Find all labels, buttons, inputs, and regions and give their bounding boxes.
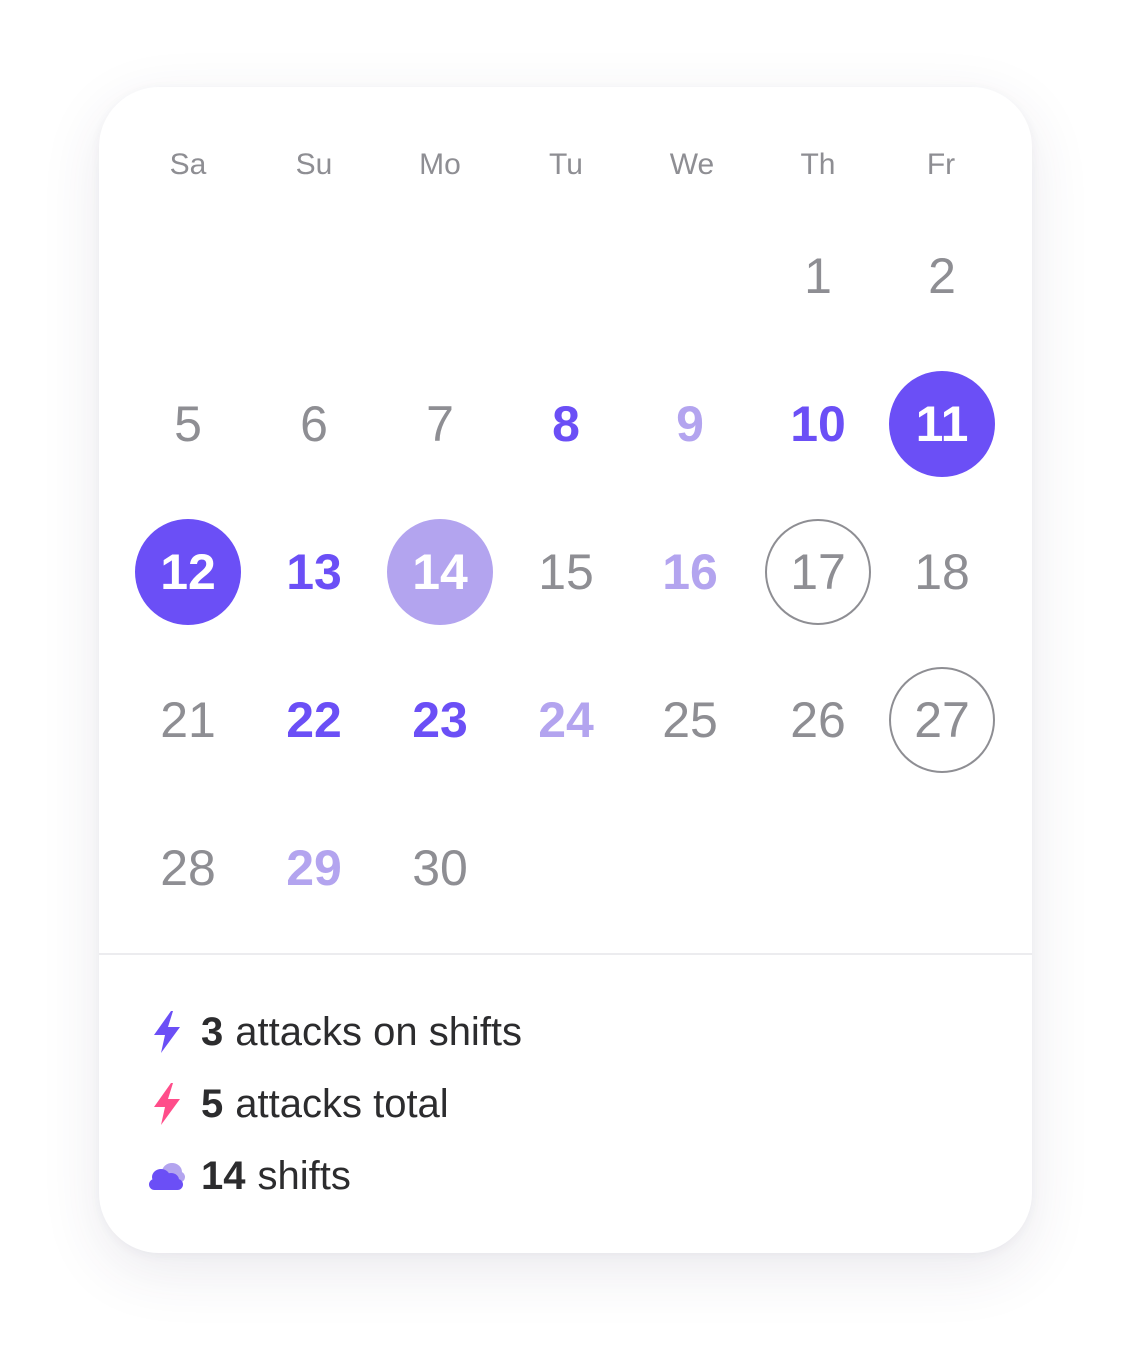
- calendar-card: Sa Su Mo Tu We Th Fr 1 2 5 6 7 8 9 10 11 12 13 14 15…: [99, 87, 1032, 1253]
- calendar-day-2[interactable]: 2: [889, 223, 995, 329]
- calendar-day-5[interactable]: 5: [135, 371, 241, 477]
- divider: [99, 953, 1032, 955]
- calendar-day-7[interactable]: 7: [387, 371, 493, 477]
- cloud-icon: [147, 1153, 187, 1199]
- stat-count: 3: [201, 1009, 224, 1054]
- calendar-day-29[interactable]: 29: [261, 815, 367, 921]
- calendar-day-15[interactable]: 15: [513, 519, 619, 625]
- calendar-day-25[interactable]: 25: [637, 667, 743, 773]
- calendar-day-22[interactable]: 22: [261, 667, 367, 773]
- calendar-day-8[interactable]: 8: [513, 371, 619, 477]
- calendar-day-16[interactable]: 16: [637, 519, 743, 625]
- calendar-day-18[interactable]: 18: [889, 519, 995, 625]
- stat-count: 14: [201, 1153, 246, 1198]
- calendar-day-12[interactable]: 12: [135, 519, 241, 625]
- calendar-day-23[interactable]: 23: [387, 667, 493, 773]
- calendar-grid: 1 2 5 6 7 8 9 10 11 12 13 14 15 16 17 18 21 22 23 24 25 26 27 2…: [99, 87, 1032, 953]
- lightning-icon: [147, 1009, 187, 1055]
- stat-shifts: 14 shifts: [147, 1146, 847, 1206]
- calendar-day-10[interactable]: 10: [765, 371, 871, 477]
- stat-label: attacks on shifts: [235, 1009, 523, 1054]
- calendar-day-30[interactable]: 30: [387, 815, 493, 921]
- calendar-day-14[interactable]: 14: [387, 519, 493, 625]
- calendar-day-9[interactable]: 9: [637, 371, 743, 477]
- calendar-day-27[interactable]: 27: [889, 667, 995, 773]
- stat-shift-attacks: 3 attacks on shifts: [147, 1002, 847, 1062]
- lightning-icon: [147, 1081, 187, 1127]
- calendar-day-24[interactable]: 24: [513, 667, 619, 773]
- stat-count: 5: [201, 1081, 224, 1126]
- calendar-day-13[interactable]: 13: [261, 519, 367, 625]
- calendar-day-26[interactable]: 26: [765, 667, 871, 773]
- stat-total-attacks: 5 attacks total: [147, 1074, 847, 1134]
- stat-label: shifts: [257, 1153, 351, 1198]
- calendar-day-1[interactable]: 1: [765, 223, 871, 329]
- calendar-day-28[interactable]: 28: [135, 815, 241, 921]
- stat-label: attacks total: [235, 1081, 449, 1126]
- calendar-day-6[interactable]: 6: [261, 371, 367, 477]
- calendar-day-17[interactable]: 17: [765, 519, 871, 625]
- calendar-day-21[interactable]: 21: [135, 667, 241, 773]
- calendar-day-11[interactable]: 11: [889, 371, 995, 477]
